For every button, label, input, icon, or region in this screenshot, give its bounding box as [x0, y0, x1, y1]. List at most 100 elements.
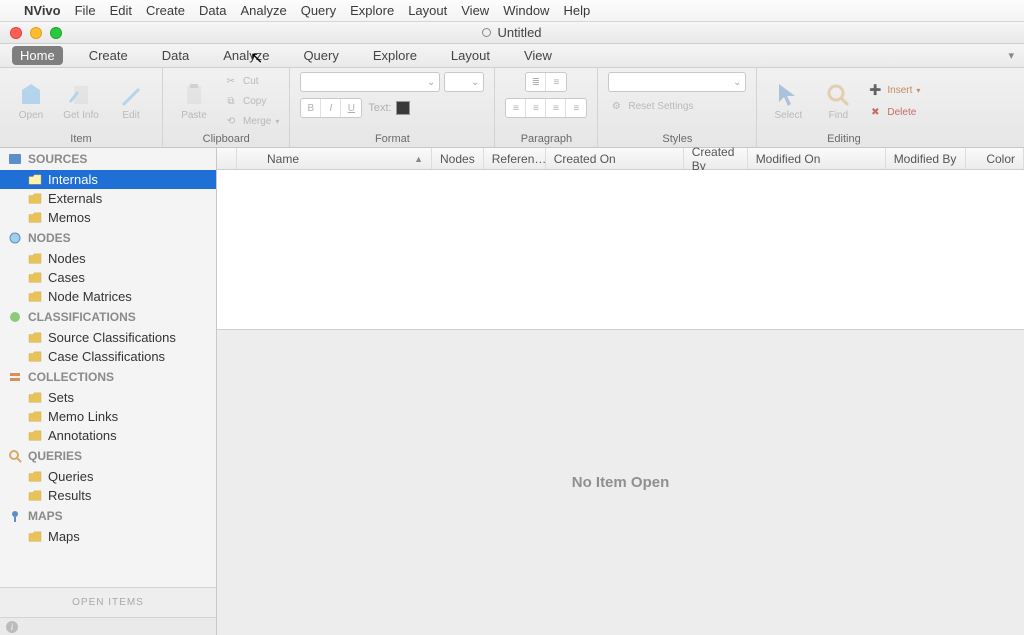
ribbon-tab-data[interactable]: Data	[154, 46, 197, 65]
tree-item-memo-links[interactable]: Memo Links	[0, 407, 216, 426]
ribbon-collapse-icon[interactable]: ▾	[1008, 49, 1014, 62]
bold-button[interactable]: B	[301, 99, 321, 117]
menu-create[interactable]: Create	[146, 3, 185, 18]
col-created-on[interactable]: Created On	[546, 148, 684, 169]
tree-item-annotations[interactable]: Annotations	[0, 426, 216, 445]
ribbon-tabbar: Home Create Data Analyze Query Explore L…	[0, 44, 1024, 68]
delete-button[interactable]: ✖Delete	[867, 105, 920, 121]
col-nodes[interactable]: Nodes	[432, 148, 484, 169]
align-segment[interactable]: ≡ ≡ ≡ ≡	[505, 98, 587, 118]
font-style-segment[interactable]: B I U	[300, 98, 362, 118]
ribbon-tab-layout[interactable]: Layout	[443, 46, 498, 65]
ribbon: Open Get Info Edit Item Paste ✂Cut ⧉Copy…	[0, 68, 1024, 148]
tree-item-results[interactable]: Results	[0, 486, 216, 505]
tree-item-maps[interactable]: Maps	[0, 527, 216, 546]
font-size-combo[interactable]: ⌄	[444, 72, 484, 92]
menu-data[interactable]: Data	[199, 3, 226, 18]
tree-item-case-classifications[interactable]: Case Classifications	[0, 347, 216, 366]
select-button[interactable]: Select	[767, 82, 809, 121]
menu-help[interactable]: Help	[563, 3, 590, 18]
insert-button[interactable]: ➕Insert▾	[867, 83, 920, 99]
ribbon-group-label: Editing	[767, 131, 920, 145]
section-header-sources[interactable]: SOURCES	[0, 148, 216, 170]
tree-item-memos[interactable]: Memos	[0, 208, 216, 227]
merge-button[interactable]: ⟲Merge▾	[223, 114, 279, 130]
section-header-queries[interactable]: QUERIES	[0, 445, 216, 467]
align-right-icon[interactable]: ≡	[546, 99, 566, 117]
underline-button[interactable]: U	[341, 99, 361, 117]
section-header-classifications[interactable]: CLASSIFICATIONS	[0, 306, 216, 328]
ribbon-tab-home[interactable]: Home	[12, 46, 63, 65]
section-header-nodes[interactable]: NODES	[0, 227, 216, 249]
bullet-list-icon[interactable]: ≣	[526, 73, 546, 91]
text-color-swatch[interactable]	[396, 101, 410, 115]
col-color[interactable]: Color	[966, 148, 1024, 169]
reset-settings-button[interactable]: ⚙Reset Settings	[608, 98, 693, 114]
section-header-collections[interactable]: COLLECTIONS	[0, 366, 216, 388]
ribbon-tab-query[interactable]: Query	[295, 46, 346, 65]
menu-layout[interactable]: Layout	[408, 3, 447, 18]
numbered-list-icon[interactable]: ≡	[546, 73, 566, 91]
content-area: Name▲ Nodes Referen… Created On Created …	[217, 148, 1024, 635]
get-info-button[interactable]: Get Info	[60, 82, 102, 121]
detail-empty-message: No Item Open	[572, 474, 670, 491]
mac-menubar: NVivo File Edit Create Data Analyze Quer…	[0, 0, 1024, 22]
menu-query[interactable]: Query	[301, 3, 336, 18]
section-header-maps[interactable]: MAPS	[0, 505, 216, 527]
ribbon-group-paragraph: ≣ ≡ ≡ ≡ ≡ ≡ Paragraph	[495, 68, 598, 147]
info-icon[interactable]: i	[6, 621, 18, 633]
sort-asc-icon: ▲	[414, 154, 423, 164]
app-menu[interactable]: NVivo	[24, 3, 61, 18]
navigation-sidebar: SOURCESInternalsExternalsMemosNODESNodes…	[0, 148, 217, 635]
menu-window[interactable]: Window	[503, 3, 549, 18]
col-name[interactable]: Name▲	[237, 148, 432, 169]
list-segment[interactable]: ≣ ≡	[525, 72, 567, 92]
menu-view[interactable]: View	[461, 3, 489, 18]
menu-explore[interactable]: Explore	[350, 3, 394, 18]
align-left-icon[interactable]: ≡	[506, 99, 526, 117]
ribbon-tab-explore[interactable]: Explore	[365, 46, 425, 65]
open-items-panel-header[interactable]: OPEN ITEMS	[0, 587, 216, 617]
tree-item-node-matrices[interactable]: Node Matrices	[0, 287, 216, 306]
open-button[interactable]: Open	[10, 82, 52, 121]
tree-item-cases[interactable]: Cases	[0, 268, 216, 287]
window-titlebar: Untitled	[0, 22, 1024, 44]
ribbon-group-styles: ⌄ ⚙Reset Settings Styles	[598, 68, 757, 147]
align-center-icon[interactable]: ≡	[526, 99, 546, 117]
ribbon-tab-view[interactable]: View	[516, 46, 560, 65]
tree-item-sets[interactable]: Sets	[0, 388, 216, 407]
tree-item-queries[interactable]: Queries	[0, 467, 216, 486]
tree-item-nodes[interactable]: Nodes	[0, 249, 216, 268]
ribbon-group-format: ⌄ ⌄ B I U Text: Format	[290, 68, 495, 147]
status-bar: i	[0, 617, 216, 635]
italic-button[interactable]: I	[321, 99, 341, 117]
ribbon-tab-analyze[interactable]: Analyze	[215, 46, 277, 65]
font-family-combo[interactable]: ⌄	[300, 72, 440, 92]
ribbon-group-item: Open Get Info Edit Item	[0, 68, 163, 147]
align-justify-icon[interactable]: ≡	[566, 99, 586, 117]
find-button[interactable]: Find	[817, 82, 859, 121]
menu-edit[interactable]: Edit	[110, 3, 132, 18]
col-references[interactable]: Referen…	[484, 148, 546, 169]
copy-button[interactable]: ⧉Copy	[223, 94, 279, 110]
col-modified-by[interactable]: Modified By	[886, 148, 966, 169]
ribbon-tab-create[interactable]: Create	[81, 46, 136, 65]
tree-item-internals[interactable]: Internals	[0, 170, 216, 189]
menu-analyze[interactable]: Analyze	[240, 3, 286, 18]
ribbon-group-label: Clipboard	[173, 131, 279, 145]
cut-button[interactable]: ✂Cut	[223, 74, 279, 90]
tree-item-source-classifications[interactable]: Source Classifications	[0, 328, 216, 347]
style-combo[interactable]: ⌄	[608, 72, 746, 92]
edit-button[interactable]: Edit	[110, 82, 152, 121]
col-created-by[interactable]: Created By	[684, 148, 748, 169]
paste-button[interactable]: Paste	[173, 82, 215, 121]
text-color-label: Text:	[368, 102, 391, 114]
menu-file[interactable]: File	[75, 3, 96, 18]
col-modified-on[interactable]: Modified On	[748, 148, 886, 169]
ribbon-group-editing: Select Find ➕Insert▾ ✖Delete Editing	[757, 68, 930, 147]
list-pane	[217, 170, 1024, 330]
tree-item-externals[interactable]: Externals	[0, 189, 216, 208]
unsaved-indicator-icon	[482, 28, 491, 37]
ribbon-group-label: Item	[10, 131, 152, 145]
col-icon[interactable]	[217, 148, 237, 169]
